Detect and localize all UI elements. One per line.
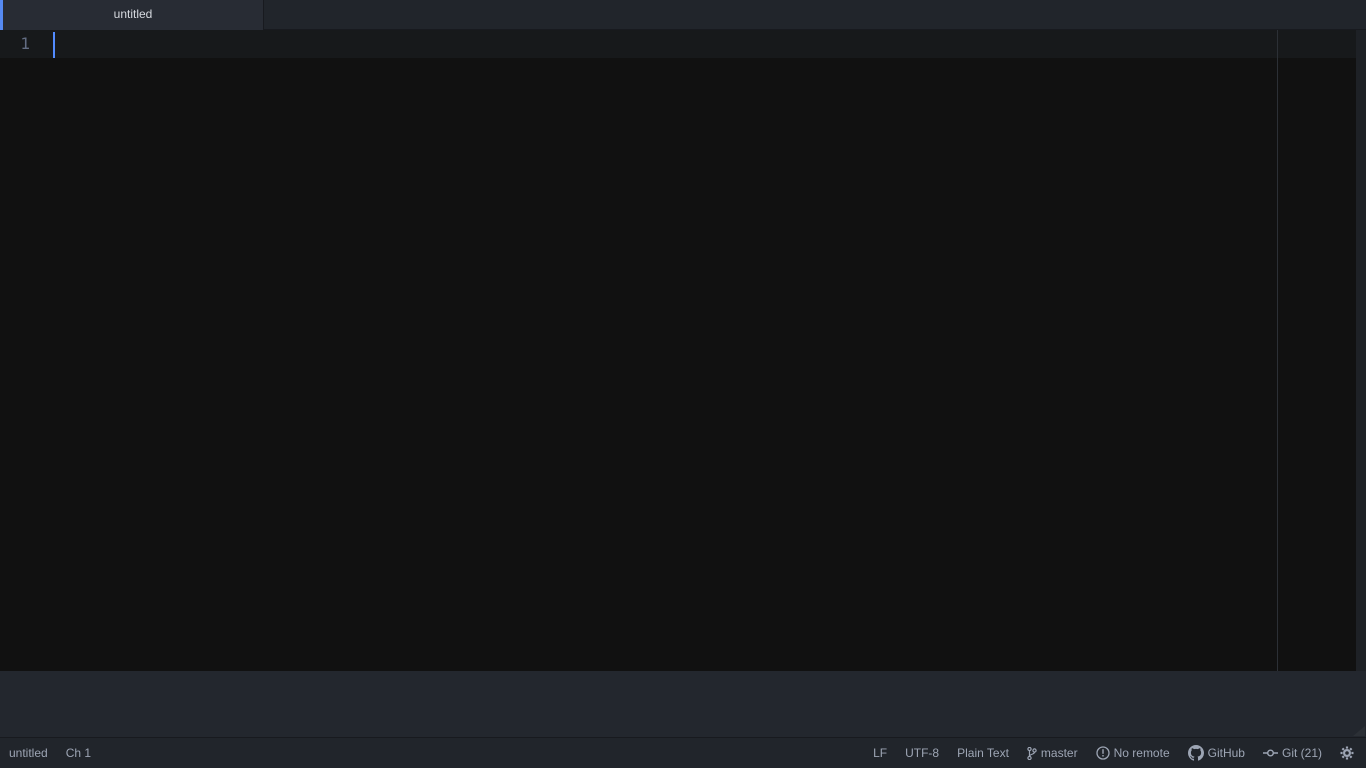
editor-window: untitled 1 untitled Ch 1 LF UTF-8 Plain … xyxy=(0,0,1366,768)
vertical-scrollbar[interactable] xyxy=(1356,30,1366,671)
github-icon xyxy=(1187,745,1204,761)
text-editor[interactable]: 1 xyxy=(0,30,1356,671)
git-status[interactable]: Git (21) xyxy=(1262,746,1322,760)
git-label: Git (21) xyxy=(1281,746,1322,760)
tab-untitled[interactable]: untitled xyxy=(0,0,264,30)
wrap-guide xyxy=(1277,30,1278,736)
alert-circle-icon xyxy=(1095,746,1110,760)
encoding-status[interactable]: UTF-8 xyxy=(905,746,939,760)
github-status[interactable]: GitHub xyxy=(1187,745,1245,761)
text-caret xyxy=(53,32,55,58)
branch-status[interactable]: master xyxy=(1027,746,1078,760)
line-number: 1 xyxy=(20,34,30,53)
remote-label: No remote xyxy=(1113,746,1170,760)
settings-button[interactable] xyxy=(1340,746,1354,760)
file-name-status[interactable]: untitled xyxy=(9,746,48,760)
grammar-status[interactable]: Plain Text xyxy=(957,746,1009,760)
tab-bar: untitled xyxy=(0,0,1366,30)
resize-handle-icon[interactable] xyxy=(1348,723,1366,737)
tab-label: untitled xyxy=(113,7,153,21)
status-bar: untitled Ch 1 LF UTF-8 Plain Text master xyxy=(0,737,1366,768)
git-branch-icon xyxy=(1027,746,1037,760)
git-commit-icon xyxy=(1262,748,1278,758)
branch-label: master xyxy=(1040,746,1078,760)
line-ending-status[interactable]: LF xyxy=(873,746,887,760)
github-label: GitHub xyxy=(1207,746,1245,760)
editor-text-area[interactable] xyxy=(53,30,1277,671)
cursor-position-status[interactable]: Ch 1 xyxy=(66,746,91,760)
bottom-dock xyxy=(0,671,1366,737)
remote-status[interactable]: No remote xyxy=(1095,746,1170,760)
gear-icon xyxy=(1340,746,1354,760)
